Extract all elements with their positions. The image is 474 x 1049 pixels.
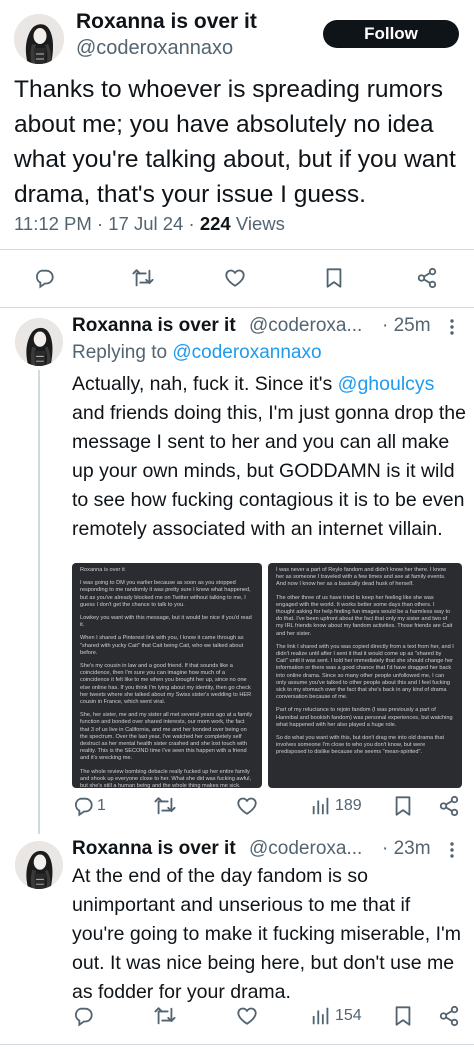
mention-link[interactable]: @ghoulcys — [338, 373, 435, 395]
tweet-actions: 154 — [0, 1000, 474, 1032]
retweet-icon — [132, 267, 154, 289]
reply-icon — [72, 1005, 94, 1027]
follow-button[interactable]: Follow — [323, 20, 459, 48]
image-text-paragraph: She's my cousin in law and a good friend… — [80, 663, 252, 706]
avatar-image — [15, 841, 63, 889]
author-name[interactable]: Roxanna is over it — [76, 10, 257, 34]
author-handle[interactable]: @coderoxannaxo — [76, 37, 233, 60]
image-text-paragraph: When I shared a Pinterest link with you,… — [80, 635, 244, 656]
bookmark-button[interactable] — [323, 262, 345, 294]
like-icon — [224, 267, 246, 289]
avatar[interactable] — [15, 841, 63, 889]
tweet-text-part: Actually, nah, fuck it. Since it's — [72, 373, 333, 395]
divider — [0, 249, 474, 250]
meta-separator: · — [96, 213, 104, 234]
avatar-image — [14, 14, 64, 64]
like-button[interactable] — [236, 790, 258, 822]
tweet-meta: 11:12 PM · 17 Jul 24 · 224 Views — [14, 213, 285, 235]
views-button[interactable]: 154 — [310, 1000, 362, 1032]
views-label: Views — [235, 213, 285, 234]
reply-icon — [33, 267, 55, 289]
divider — [0, 1044, 474, 1045]
author-name[interactable]: Roxanna is over it — [72, 838, 236, 860]
retweet-button[interactable] — [154, 1000, 176, 1032]
replying-label: Replying to — [72, 342, 168, 363]
main-tweet: Roxanna is over it @coderoxannaxo Follow… — [0, 0, 474, 308]
image-text-paragraph: The whole review bombing debacle really … — [80, 768, 252, 788]
share-button[interactable] — [416, 262, 438, 294]
image-text-paragraph: She, her sister, me and my sister all me… — [80, 712, 253, 762]
image-text-paragraph: The link I shared with you was copied di… — [276, 643, 454, 701]
tweet-date[interactable]: 17 Jul 24 — [108, 213, 183, 234]
image-text-paragraph: The other three of us have tried to keep… — [276, 594, 453, 637]
author-handle[interactable]: @coderoxa... — [249, 838, 362, 860]
tweet-text: Thanks to whoever is spreading rumors ab… — [14, 76, 456, 208]
avatar[interactable] — [14, 14, 64, 64]
share-icon — [438, 1005, 460, 1027]
reply-count: 1 — [97, 797, 106, 814]
like-button[interactable] — [236, 1000, 258, 1032]
more-icon[interactable] — [446, 840, 458, 860]
image-text-paragraph: So do what you want with this, but don't… — [276, 735, 445, 756]
attached-image[interactable]: I was never a part of Reylo fandom and d… — [268, 563, 462, 788]
reply-button[interactable] — [72, 1000, 94, 1032]
tweet-actions: 1 189 — [0, 790, 474, 822]
retweet-icon — [154, 795, 176, 817]
retweet-icon — [154, 1005, 176, 1027]
more-icon[interactable] — [446, 317, 458, 337]
image-text-paragraph: Part of my reluctance to rejoin fandom (… — [276, 707, 453, 728]
views-count: 189 — [335, 797, 362, 814]
reply-button[interactable]: 1 — [72, 790, 106, 822]
retweet-button[interactable] — [132, 262, 154, 294]
tweet-time[interactable]: · 23m — [382, 838, 431, 860]
views-count: 224 — [199, 213, 231, 234]
image-text-paragraph: Roxanna is over it — [80, 567, 125, 573]
bookmark-button[interactable] — [392, 790, 414, 822]
retweet-button[interactable] — [154, 790, 176, 822]
thread-line — [38, 370, 40, 834]
meta-separator: · — [188, 213, 195, 234]
tweet-time[interactable]: · 25m — [382, 315, 431, 337]
avatar[interactable] — [15, 318, 63, 366]
attached-image[interactable]: Roxanna is over it I was going to DM you … — [72, 563, 262, 788]
views-icon — [310, 1005, 332, 1027]
like-button[interactable] — [224, 262, 246, 294]
avatar-image — [15, 318, 63, 366]
mention-link[interactable]: @coderoxannaxo — [172, 342, 321, 363]
divider — [0, 307, 474, 308]
bookmark-icon — [323, 267, 345, 289]
reply-button[interactable] — [33, 262, 55, 294]
bookmark-button[interactable] — [392, 1000, 414, 1032]
image-text-paragraph: Lowkey you want with this message, but i… — [80, 615, 252, 629]
tweet-time[interactable]: 11:12 PM — [14, 213, 92, 234]
share-button[interactable] — [438, 790, 460, 822]
reply-icon — [72, 795, 94, 817]
replying-to: Replying to @coderoxannaxo — [72, 342, 322, 364]
tweet-text-part: and friends doing this, I'm just gonna d… — [72, 402, 466, 540]
tweet-text: Actually, nah, fuck it. Since it's @ghou… — [72, 370, 467, 544]
views-count: 154 — [335, 1007, 362, 1024]
views-icon — [310, 795, 332, 817]
share-button[interactable] — [438, 1000, 460, 1032]
image-text-paragraph: I was never a part of Reylo fandom and d… — [276, 567, 447, 588]
tweet-text: At the end of the day fandom is so unimp… — [72, 865, 461, 1003]
share-icon — [416, 267, 438, 289]
author-name[interactable]: Roxanna is over it — [72, 315, 236, 337]
share-icon — [438, 795, 460, 817]
bookmark-icon — [392, 1005, 414, 1027]
tweet-actions — [0, 262, 474, 294]
image-text-paragraph: I was going to DM you earlier because as… — [80, 580, 251, 608]
like-icon — [236, 795, 258, 817]
author-handle[interactable]: @coderoxa... — [249, 315, 362, 337]
views-button[interactable]: 189 — [310, 790, 362, 822]
like-icon — [236, 1005, 258, 1027]
bookmark-icon — [392, 795, 414, 817]
